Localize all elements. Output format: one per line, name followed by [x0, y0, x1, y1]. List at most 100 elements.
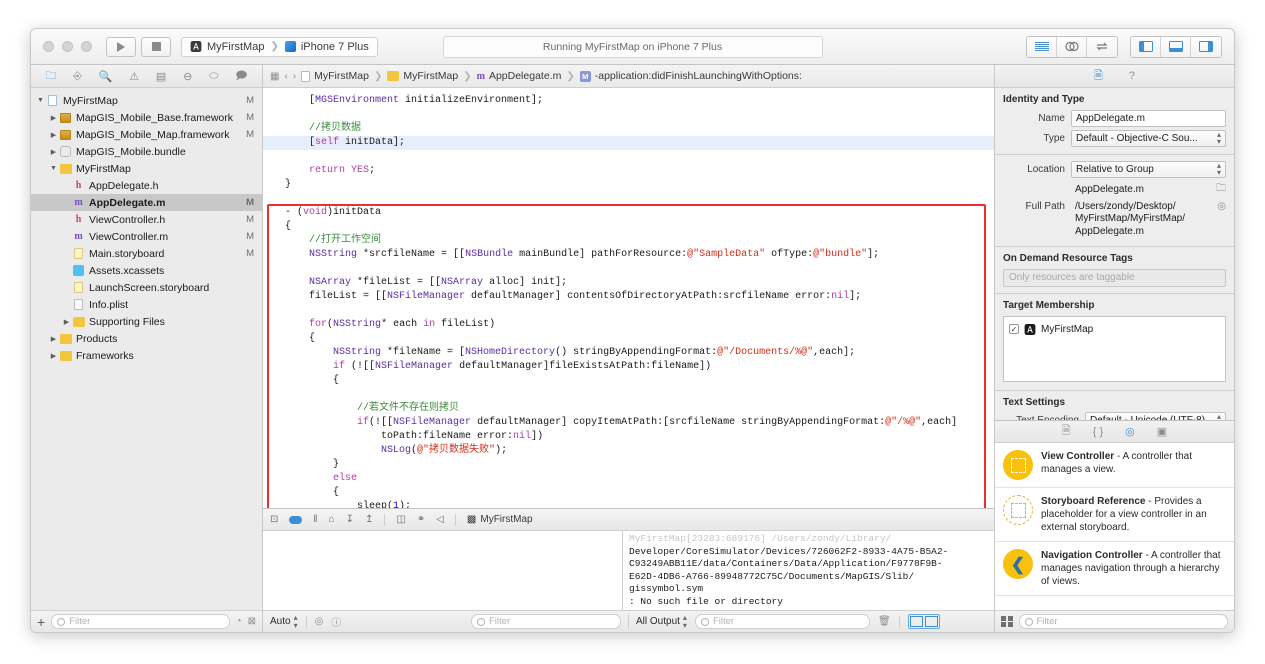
file-tree-row[interactable]: ▶ MapGIS_Mobile.bundle [31, 143, 262, 160]
navigator-tab-bar[interactable]: 🗀 ⎆ 🔍 ⚠ ▤ ⊖ ⬭ 🗩 [31, 65, 262, 88]
zoom-button[interactable] [81, 41, 92, 52]
file-tree-row[interactable]: ▶ Frameworks [31, 347, 262, 364]
code-line[interactable]: fileList = [[NSFileManager defaultManage… [263, 290, 994, 304]
variables-view[interactable] [263, 531, 623, 610]
code-line[interactable]: } [263, 458, 994, 472]
breakpoint-navigator-tab[interactable]: ⬭ [209, 70, 218, 83]
file-template-library-tab[interactable]: 🗎 [1062, 422, 1071, 441]
debug-toolbar[interactable]: ⊡ ‖ ⌂ ↧ ↥ ◫ ⚭ ◁ ▩ MyFirstMap [263, 509, 994, 531]
window-controls[interactable] [43, 41, 92, 52]
library-tab-bar[interactable]: 🗎 { } ◎ ▣ [995, 421, 1234, 443]
toggle-debug-area-button[interactable] [1161, 36, 1191, 57]
scm-status-filter-icon[interactable]: ⊠ [248, 616, 256, 627]
file-tree-row[interactable]: h ViewController.h M [31, 211, 262, 228]
type-popup[interactable]: Default - Objective-C Sou... ▴ ▾ [1071, 129, 1226, 147]
assistant-editor-button[interactable] [1057, 36, 1087, 57]
code-line[interactable]: [self initData]; [263, 136, 994, 150]
code-line[interactable] [263, 262, 994, 276]
minimize-button[interactable] [62, 41, 73, 52]
code-line[interactable]: //拷贝数据 [263, 122, 994, 136]
file-tree-row[interactable]: ▶ Supporting Files [31, 313, 262, 330]
library-list-item[interactable]: ❮ Navigation Controller - A controller t… [995, 542, 1234, 596]
debug-process[interactable]: ▩ MyFirstMap [467, 514, 533, 525]
code-line[interactable]: NSArray *fileList = [[NSArray alloc] ini… [263, 276, 994, 290]
choose-folder-icon[interactable]: 🗀 [1216, 181, 1226, 198]
project-navigator-tab[interactable]: 🗀 [45, 67, 56, 86]
standard-editor-button[interactable] [1027, 36, 1057, 57]
code-line[interactable]: toPath:fileName error:nil]) [263, 430, 994, 444]
disclosure-triangle[interactable]: ▼ [35, 97, 46, 104]
variables-info-icon[interactable]: ⓘ [331, 614, 341, 629]
code-line[interactable]: [MGSEnvironment initializeEnvironment]; [263, 94, 994, 108]
code-snippet-library-tab[interactable]: { } [1093, 426, 1103, 438]
reveal-in-finder-icon[interactable]: ◎ [1217, 201, 1226, 212]
close-button[interactable] [43, 41, 54, 52]
code-line[interactable] [263, 150, 994, 164]
ondemand-tags-input[interactable]: Only resources are taggable [1003, 268, 1226, 287]
disclosure-triangle[interactable]: ▼ [48, 165, 59, 172]
step-into-icon[interactable]: ↧ [346, 514, 354, 525]
disclosure-triangle[interactable]: ▶ [61, 318, 72, 326]
source-control-navigator-tab[interactable]: ⎆ [73, 70, 82, 83]
back-chevron-icon[interactable]: ‹ [284, 71, 287, 82]
file-tree-row[interactable]: m ViewController.m M [31, 228, 262, 245]
add-file-button[interactable]: + [37, 615, 45, 629]
name-field[interactable]: AppDelegate.m [1071, 109, 1226, 127]
run-button[interactable] [106, 36, 136, 57]
object-library-tab[interactable]: ◎ [1125, 425, 1135, 438]
disclosure-triangle[interactable]: ▶ [48, 335, 59, 343]
code-line[interactable]: { [263, 374, 994, 388]
forward-chevron-icon[interactable]: › [293, 71, 296, 82]
code-line[interactable] [263, 304, 994, 318]
target-membership-row[interactable]: ✓ 🅰 MyFirstMap [1009, 321, 1220, 338]
toggle-navigator-button[interactable] [1131, 36, 1161, 57]
toggle-utilities-button[interactable] [1191, 36, 1221, 57]
hide-debug-area-icon[interactable]: ⊡ [270, 514, 278, 525]
code-line[interactable] [263, 388, 994, 402]
file-tree-row[interactable]: Assets.xcassets [31, 262, 262, 279]
location-popup[interactable]: Relative to Group ▴ ▾ [1071, 160, 1226, 178]
disclosure-triangle[interactable]: ▶ [48, 114, 59, 122]
project-file-tree[interactable]: ▼ MyFirstMap M ▶ MapGIS_Mobile_Base.fram… [31, 88, 262, 610]
continue-icon[interactable] [289, 515, 303, 524]
source-code-text[interactable]: [MGSEnvironment initializeEnvironment]; … [263, 88, 994, 508]
navigator-filter-input[interactable]: Filter [51, 614, 230, 629]
code-line[interactable]: NSLog(@"拷贝数据失败"); [263, 444, 994, 458]
disclosure-triangle[interactable]: ▶ [48, 148, 59, 156]
related-items-icon[interactable]: ▦ [270, 71, 279, 82]
library-list-item[interactable]: Storyboard Reference - Provides a placeh… [995, 488, 1234, 542]
target-membership-list[interactable]: ✓ 🅰 MyFirstMap [1003, 315, 1226, 382]
breadcrumb-project[interactable]: MyFirstMap [301, 70, 369, 82]
file-tree-row[interactable]: ▼ MyFirstMap M [31, 92, 262, 109]
code-line[interactable]: NSString *srcfileName = [[NSBundle mainB… [263, 248, 994, 262]
breadcrumb-method[interactable]: M -application:didFinishLaunchingWithOpt… [579, 70, 802, 82]
code-line[interactable]: { [263, 486, 994, 500]
test-navigator-tab[interactable]: ▤ [156, 70, 166, 83]
code-line[interactable]: sleep(1); [263, 500, 994, 508]
report-navigator-tab[interactable]: 🗩 [235, 67, 247, 86]
disclosure-triangle[interactable]: ▶ [48, 131, 59, 139]
quick-help-tab[interactable]: ? [1129, 70, 1135, 82]
simulate-location-icon[interactable]: ◁ [436, 514, 444, 525]
file-tree-row[interactable]: ▶ MapGIS_Mobile_Base.framework M [31, 109, 262, 126]
code-line[interactable] [263, 108, 994, 122]
code-line[interactable] [263, 192, 994, 206]
library-filter-input[interactable]: Filter [1018, 614, 1228, 629]
library-list-item[interactable]: View Controller - A controller that mana… [995, 443, 1234, 488]
code-line[interactable]: for(NSString* each in fileList) [263, 318, 994, 332]
version-editor-button[interactable] [1087, 36, 1117, 57]
view-hierarchy-icon[interactable]: ◫ [396, 514, 405, 525]
object-library-list[interactable]: View Controller - A controller that mana… [995, 443, 1234, 610]
step-out-icon[interactable]: ↥ [365, 514, 373, 525]
file-tree-row[interactable]: ▶ Products [31, 330, 262, 347]
file-tree-row[interactable]: ▼ MyFirstMap [31, 160, 262, 177]
code-line[interactable]: { [263, 220, 994, 234]
file-tree-row[interactable]: ▶ MapGIS_Mobile_Map.framework M [31, 126, 262, 143]
code-line[interactable]: if (![[NSFileManager defaultManager]file… [263, 360, 994, 374]
pause-icon[interactable]: ‖ [313, 514, 317, 525]
file-tree-row[interactable]: h AppDelegate.h [31, 177, 262, 194]
code-line[interactable]: } [263, 178, 994, 192]
console-split-toggle[interactable] [907, 614, 940, 629]
code-line[interactable]: else [263, 472, 994, 486]
inspector-tab-bar[interactable]: 🗎 ? [995, 65, 1234, 88]
